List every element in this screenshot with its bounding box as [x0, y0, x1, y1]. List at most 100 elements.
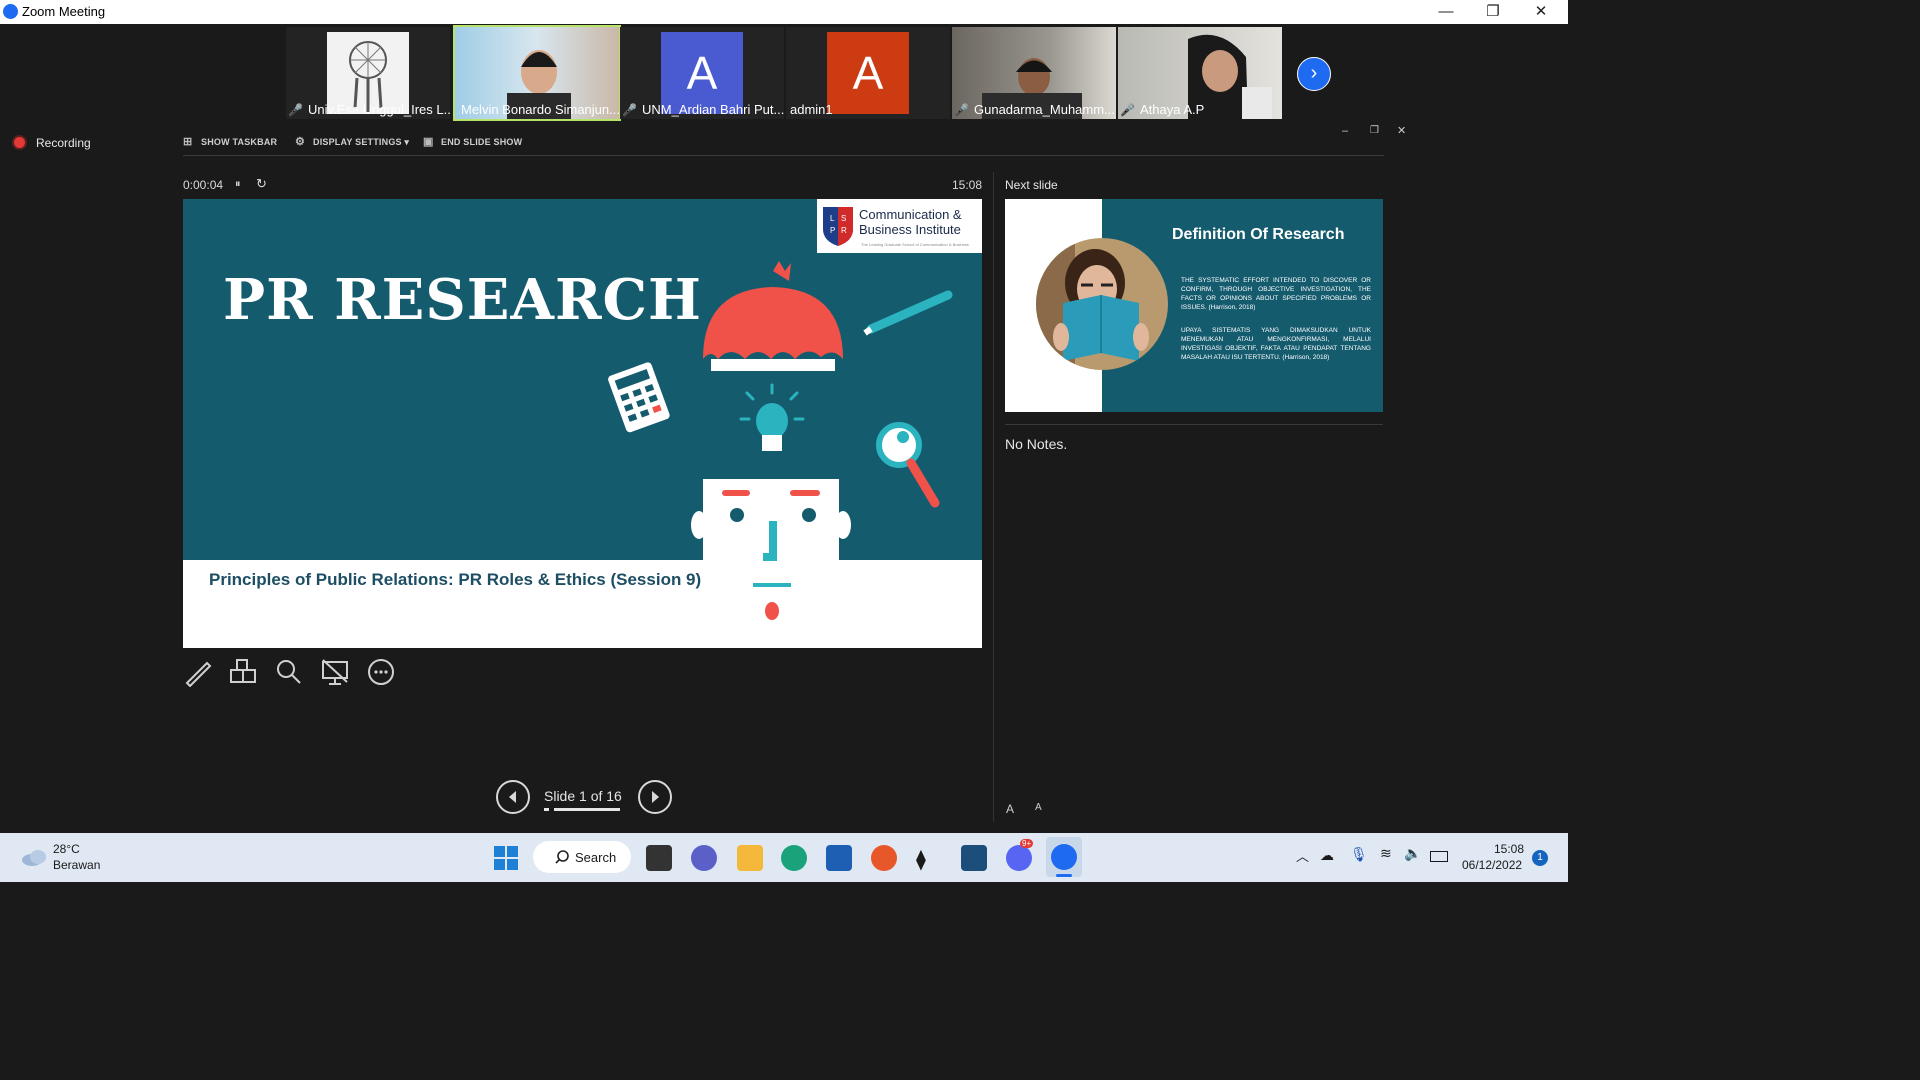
svg-text:P: P [830, 226, 835, 235]
restart-timer-icon[interactable]: ↻ [256, 176, 267, 192]
file-explorer-icon[interactable] [737, 845, 763, 871]
zoom-magnifier-icon[interactable] [274, 657, 304, 687]
previous-slide-button[interactable] [496, 780, 530, 814]
pen-icon[interactable] [183, 657, 213, 688]
participant-name: Athaya A.P [1140, 102, 1205, 117]
notification-badge[interactable]: 1 [1532, 850, 1548, 866]
svg-text:R: R [841, 226, 847, 235]
muted-mic-icon: 🎤 [622, 103, 637, 117]
slide-counter[interactable]: Slide 1 of 16 [544, 788, 622, 804]
end-show-icon: ▣ [423, 136, 434, 148]
firefox-icon[interactable] [871, 845, 897, 871]
task-view-icon[interactable] [646, 845, 672, 871]
minimize-button[interactable]: — [1423, 0, 1469, 24]
reading-woman-image [1036, 238, 1168, 370]
notes-divider [1005, 424, 1383, 425]
discord-badge: 9+ [1020, 839, 1034, 848]
presenter-minimize-button[interactable]: – [1342, 125, 1348, 137]
windows-start-icon[interactable] [494, 846, 518, 870]
microsoft-store-icon[interactable] [826, 845, 852, 871]
next-slide-paragraph-en: THE SYSTEMATIC EFFORT INTENDED TO DISCOV… [1181, 277, 1371, 311]
participant-name: UNM_Ardian Bahri Put... [642, 102, 784, 117]
bookmark-app-icon[interactable] [961, 845, 987, 871]
discord-icon[interactable]: 9+ [1006, 839, 1034, 871]
taskbar-icon: ⊞ [183, 136, 193, 148]
weather-temperature[interactable]: 28°C [53, 842, 80, 856]
window-title: Zoom Meeting [22, 4, 106, 19]
recording-icon [14, 137, 25, 148]
windows-taskbar: 28°C Berawan Search ⧫ 9+ ︿ ☁ 🎙 ≋ 🔈 15:08… [0, 833, 1568, 882]
show-taskbar-button[interactable]: ⊞ SHOW TASKBAR [183, 135, 277, 148]
tray-date[interactable]: 06/12/2022 [1462, 858, 1522, 872]
avatar: A [827, 32, 909, 114]
svg-text:L: L [830, 214, 835, 223]
increase-notes-font-button[interactable]: A [1006, 802, 1014, 816]
see-all-slides-icon[interactable] [228, 657, 258, 687]
muted-mic-icon: 🎤 [288, 103, 303, 117]
presenter-clock: 15:08 [952, 178, 983, 192]
presenter-close-button[interactable]: ✕ [1397, 124, 1406, 137]
participant-tile[interactable]: A admin1 [786, 27, 950, 119]
logo-text-line2: Business Institute [859, 222, 961, 237]
slide-progress-bar [544, 808, 620, 811]
end-slide-show-button[interactable]: ▣ END SLIDE SHOW [423, 135, 522, 148]
next-slide-title: Definition Of Research [1172, 226, 1345, 243]
wifi-icon[interactable]: ≋ [1380, 845, 1392, 862]
search-icon [555, 850, 569, 864]
window-title-bar: Zoom Meeting — ❐ ✕ [0, 0, 1568, 24]
muted-mic-icon: 🎤 [954, 103, 969, 117]
participant-name: Univ.Esa Unggul_Ires L... [308, 102, 450, 117]
zoom-app-icon [3, 4, 18, 19]
next-participants-chevron-icon[interactable]: › [1297, 57, 1331, 91]
participant-name: Gunadarma_Muhamm... [974, 102, 1115, 117]
zoom-taskbar-button[interactable] [1046, 837, 1082, 877]
weather-description[interactable]: Berawan [53, 858, 100, 872]
current-slide: PR RESEARCH Principles of Public Relatio… [183, 199, 982, 648]
taskbar-search[interactable]: Search [533, 841, 631, 873]
recording-label[interactable]: Recording [36, 136, 91, 150]
more-options-icon[interactable] [366, 657, 396, 687]
onedrive-cloud-icon[interactable]: ☁ [1320, 847, 1334, 864]
next-slide-preview[interactable]: Definition Of Research THE SYSTEMATIC EF… [1005, 199, 1383, 412]
svg-text:S: S [841, 214, 846, 223]
participant-tile[interactable]: 🎤 Gunadarma_Muhamm... [952, 27, 1116, 119]
active-app-indicator [1056, 874, 1072, 877]
participant-tile[interactable]: 🎤 Athaya A.P [1118, 27, 1282, 119]
dropbox-icon[interactable]: ⧫ [916, 847, 926, 872]
edge-browser-icon[interactable] [781, 845, 807, 871]
participant-tile-active-speaker[interactable]: Melvin Bonardo Simanjun... [453, 25, 621, 121]
volume-icon[interactable]: 🔈 [1404, 845, 1421, 862]
restore-button[interactable]: ❐ [1470, 0, 1516, 24]
logo-tagline: The Leading Graduate School of Communica… [861, 242, 969, 247]
pause-timer-icon[interactable]: ⏸ [235, 178, 241, 191]
head-illustration [608, 261, 953, 625]
lspr-logo: LSPR Communication & Business Institute … [817, 199, 982, 253]
battery-icon[interactable] [1430, 851, 1448, 862]
display-settings-button[interactable]: ⚙ DISPLAY SETTINGS ▾ [295, 135, 409, 148]
show-taskbar-label: SHOW TASKBAR [201, 137, 278, 147]
decrease-notes-font-button[interactable]: A [1035, 802, 1042, 813]
presenter-restore-button[interactable]: ❐ [1370, 125, 1379, 136]
lspr-shield-icon: L SP R [823, 207, 853, 246]
pane-divider[interactable] [993, 172, 994, 822]
tray-overflow-chevron-icon[interactable]: ︿ [1296, 846, 1309, 865]
presenter-divider [183, 155, 1384, 156]
slide-progress-marker [549, 808, 554, 811]
tray-time[interactable]: 15:08 [1494, 842, 1524, 856]
elapsed-timer: 0:00:04 [183, 178, 224, 192]
display-settings-icon: ⚙ [295, 136, 306, 148]
close-button[interactable]: ✕ [1518, 0, 1564, 24]
teams-chat-icon[interactable] [691, 845, 717, 871]
black-screen-icon[interactable] [320, 657, 350, 687]
next-slide-label: Next slide [1005, 178, 1058, 192]
microphone-icon[interactable]: 🎙 [1350, 846, 1368, 863]
muted-mic-icon: 🎤 [1120, 103, 1135, 117]
speaker-notes[interactable]: No Notes. [1005, 436, 1067, 452]
participant-tile[interactable]: A 🎤 UNM_Ardian Bahri Put... [620, 27, 784, 119]
logo-text-line1: Communication & [859, 207, 962, 222]
search-label: Search [575, 850, 617, 865]
participant-tile[interactable]: 🎤 Univ.Esa Unggul_Ires L... [286, 27, 450, 119]
zoom-app-icon [1051, 844, 1077, 870]
next-slide-button[interactable] [638, 780, 672, 814]
participant-name: Melvin Bonardo Simanjun... [461, 102, 620, 117]
